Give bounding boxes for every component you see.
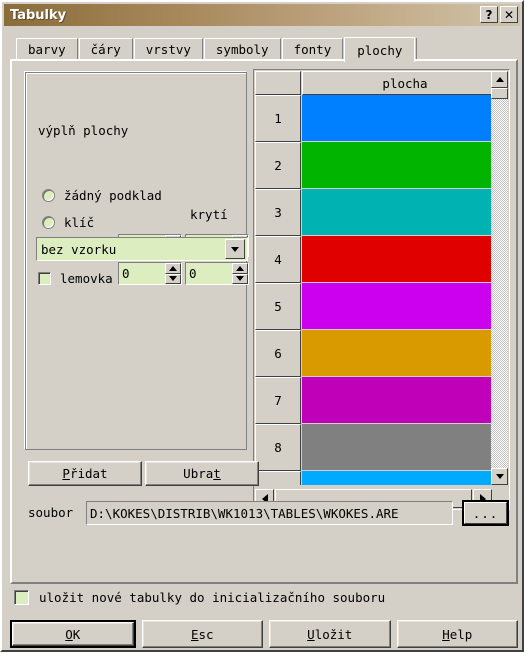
tab-strip-end-divider	[416, 38, 418, 60]
table-row-number[interactable]: 1	[255, 95, 301, 142]
esc-button[interactable]: Esc	[141, 620, 263, 648]
chevron-down-icon[interactable]	[225, 239, 245, 259]
table-row[interactable]: 4	[255, 236, 492, 283]
help-button[interactable]: Help	[396, 620, 518, 648]
table-row[interactable]: 7	[255, 377, 492, 424]
krytí-label: krytí	[190, 207, 228, 222]
checkbox-save-new-tables-indicator[interactable]	[14, 590, 29, 605]
checkbox-lemovka[interactable]: lemovka	[38, 271, 113, 286]
radio-zadny-podklad[interactable]: žádný podklad	[42, 188, 162, 203]
tab-vrstvy[interactable]: vrstvy	[133, 38, 203, 60]
add-button-label: Přidat	[62, 466, 108, 481]
tab-plochy[interactable]: plochy	[344, 37, 416, 62]
browse-button[interactable]: ...	[462, 500, 509, 526]
plocha-table-header: plocha	[255, 71, 508, 95]
table-row-number[interactable]: 4	[255, 236, 301, 283]
tab-page-plochy: výplň plochy žádný podklad klíč barva le…	[10, 59, 518, 584]
table-row[interactable]: 9	[255, 471, 492, 485]
tab-cary[interactable]: čáry	[78, 38, 133, 60]
table-row-color-swatch[interactable]	[302, 95, 492, 141]
spinner-lemovka-kryti-buttons	[232, 263, 248, 284]
table-row-number[interactable]: 5	[255, 283, 301, 330]
table-row-number[interactable]: 3	[255, 189, 301, 236]
table-row-color-swatch[interactable]	[302, 283, 492, 329]
ok-button-label: OK	[12, 622, 134, 646]
radio-klic[interactable]: klíč	[42, 215, 94, 230]
title-bar-buttons: ? ✕	[480, 6, 518, 23]
title-bar[interactable]: Tabulky ? ✕	[4, 4, 520, 26]
table-row[interactable]: 1	[255, 95, 492, 142]
table-row[interactable]: 6	[255, 330, 492, 377]
ok-button[interactable]: OK	[10, 620, 136, 648]
table-row-color-swatch[interactable]	[302, 330, 492, 376]
radio-klic-label: klíč	[64, 215, 95, 230]
table-row[interactable]: 5	[255, 283, 492, 330]
table-row-color-swatch[interactable]	[302, 424, 492, 470]
plocha-table-body: 1 2 3 4 5 6 7 8	[255, 95, 492, 485]
file-path-input[interactable]: D:\KOKES\DISTRIB\WK1013\TABLES\WKOKES.AR…	[86, 501, 453, 525]
tabulky-dialog: Tabulky ? ✕ barvy čáry vrstvy symboly fo…	[0, 0, 524, 652]
table-vertical-scrollbar[interactable]	[491, 71, 508, 485]
spinner-lemovka-barva-value[interactable]: 0	[119, 263, 165, 284]
browse-button-label: ...	[464, 502, 507, 524]
table-row-color-swatch[interactable]	[302, 142, 492, 188]
table-row-color-swatch[interactable]	[302, 189, 492, 235]
spinner-lemovka-barva-up-icon[interactable]	[165, 263, 181, 274]
tab-strip: barvy čáry vrstvy symboly fonty plochy	[16, 36, 446, 62]
save-button[interactable]: Uložit	[269, 620, 391, 648]
tab-fonty[interactable]: fonty	[281, 38, 344, 60]
spinner-lemovka-barva-down-icon[interactable]	[165, 273, 181, 284]
tab-symboly[interactable]: symboly	[203, 38, 281, 60]
table-row-number[interactable]: 8	[255, 424, 301, 471]
spinner-lemovka-barva-buttons	[165, 263, 181, 284]
table-header-number[interactable]	[255, 71, 301, 95]
remove-button-label: Ubrat	[183, 466, 221, 481]
save-button-label: Uložit	[269, 620, 391, 648]
checkbox-lemovka-indicator[interactable]	[38, 272, 51, 285]
spinner-lemovka-barva[interactable]: 0	[118, 262, 182, 285]
table-row[interactable]: 8	[255, 424, 492, 471]
radio-klic-indicator[interactable]	[42, 216, 55, 229]
help-button-label: Help	[396, 620, 518, 648]
spinner-lemovka-kryti-down-icon[interactable]	[232, 273, 248, 284]
table-row-color-swatch[interactable]	[302, 471, 492, 485]
table-row-number[interactable]: 2	[255, 142, 301, 189]
checkbox-lemovka-label: lemovka	[60, 271, 113, 286]
esc-button-label: Esc	[141, 620, 263, 648]
table-row-number[interactable]: 7	[255, 377, 301, 424]
spinner-lemovka-kryti-value[interactable]: 0	[186, 263, 232, 284]
spinner-lemovka-kryti-up-icon[interactable]	[232, 263, 248, 274]
table-row-color-swatch[interactable]	[302, 236, 492, 282]
tab-barvy[interactable]: barvy	[16, 38, 78, 60]
table-row[interactable]: 3	[255, 189, 492, 236]
table-row-number[interactable]: 6	[255, 330, 301, 377]
pattern-combobox-value: bez vzorku	[41, 241, 117, 257]
table-header-plocha[interactable]: plocha	[302, 71, 508, 95]
fill-area-group-legend: výplň plochy	[34, 123, 133, 138]
window-title: Tabulky	[10, 7, 67, 23]
help-icon-button[interactable]: ?	[480, 6, 498, 23]
checkbox-save-new-tables-label: uložit nové tabulky do inicializačního s…	[39, 590, 386, 605]
plocha-table: plocha 1 2 3 4 5 6 7 8	[253, 69, 510, 510]
vertical-scroll-track[interactable]	[491, 99, 508, 468]
vertical-scroll-thumb[interactable]	[491, 88, 508, 99]
dialog-button-bar: OK Esc Uložit Help	[10, 620, 518, 648]
table-row-number[interactable]: 9	[255, 471, 301, 485]
scroll-up-icon[interactable]	[491, 71, 508, 88]
remove-button[interactable]: Ubrat	[145, 461, 259, 486]
scroll-down-icon[interactable]	[491, 468, 508, 485]
table-row-color-swatch[interactable]	[302, 377, 492, 423]
file-label: soubor	[28, 505, 74, 520]
add-button[interactable]: Přidat	[28, 461, 142, 486]
spinner-lemovka-kryti[interactable]: 0	[185, 262, 249, 285]
table-row[interactable]: 2	[255, 142, 492, 189]
checkbox-save-new-tables[interactable]: uložit nové tabulky do inicializačního s…	[14, 590, 385, 605]
radio-zadny-podklad-label: žádný podklad	[64, 188, 162, 203]
radio-zadny-podklad-indicator[interactable]	[42, 189, 55, 202]
pattern-combobox[interactable]: bez vzorku	[36, 237, 248, 261]
close-icon-button[interactable]: ✕	[500, 6, 518, 23]
